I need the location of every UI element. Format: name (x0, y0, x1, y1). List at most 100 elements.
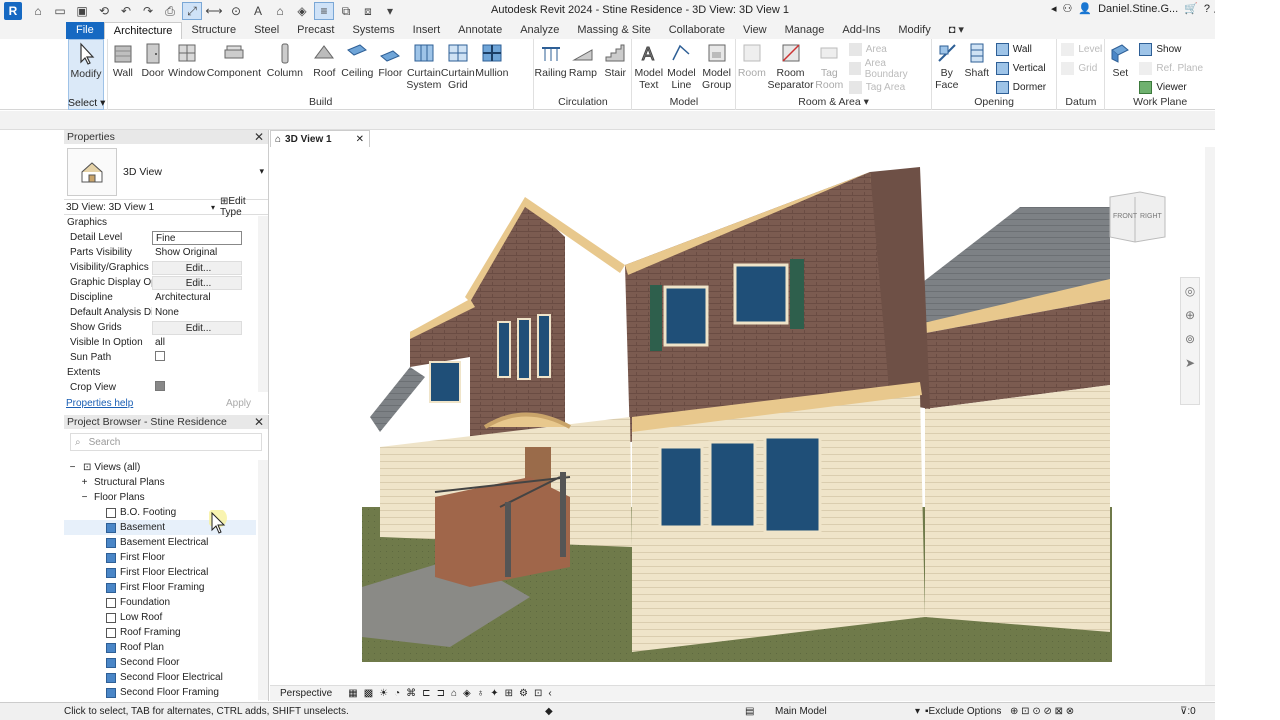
tree-item-first-floor[interactable]: First Floor (64, 550, 256, 565)
temporary-hide-icon[interactable]: ◈ (463, 688, 471, 699)
tab-3d-view-1[interactable]: ⌂ 3D View 1 ✕ (270, 130, 370, 147)
tag-area-button[interactable]: Tag Area (848, 79, 927, 96)
undo-icon[interactable]: ↶ (116, 2, 136, 20)
constraints-icon[interactable]: ⊡ (534, 688, 542, 699)
print-icon[interactable]: ⎙ (160, 2, 180, 20)
tab-add-ins[interactable]: Add-Ins (833, 22, 889, 39)
tree-node-floor-plans[interactable]: − Floor Plans (64, 490, 256, 505)
ref-plane-button[interactable]: Ref. Plane (1139, 60, 1203, 77)
tree-item-foundation[interactable]: Foundation (64, 595, 256, 610)
graphic-display-edit-button[interactable]: Edit... (152, 275, 242, 290)
show-workplane-button[interactable]: Show (1139, 41, 1203, 58)
open-icon[interactable]: ▭ (50, 2, 70, 20)
aligned-dimension-icon[interactable]: ⟷ (204, 2, 224, 20)
tree-item-first-floor-framing[interactable]: First Floor Framing (64, 580, 256, 595)
steering-wheel-icon[interactable]: ◎ (1185, 284, 1195, 298)
qat-dropdown-icon[interactable]: ▾ (380, 2, 400, 20)
3d-view-icon[interactable]: ⌂ (270, 2, 290, 20)
type-dropdown-icon[interactable]: ▾ (259, 166, 264, 177)
tree-node-views[interactable]: − ⊡ Views (all) (64, 460, 256, 475)
design-options-icon[interactable]: ▤ (745, 706, 754, 717)
ribbon-minimize-icon[interactable]: ◘ ▾ (940, 22, 973, 39)
exclude-options[interactable]: ▪Exclude Options (925, 706, 1001, 717)
tab-architecture[interactable]: Architecture (103, 22, 183, 39)
tree-item-second-floor-electrical[interactable]: Second Floor Electrical (64, 670, 256, 685)
analytical-icon[interactable]: ⚙ (519, 688, 528, 699)
sun-icon[interactable]: ☀ (379, 688, 388, 699)
show-grids-edit-button[interactable]: Edit... (152, 320, 242, 335)
tab-insert[interactable]: Insert (404, 22, 450, 39)
crop-view-checkbox[interactable] (155, 380, 165, 391)
3d-view-canvas[interactable]: FRONT RIGHT ◎ ⊕ ⊚ ➤ (270, 147, 1205, 685)
crop-icon[interactable]: ⊏ (422, 688, 430, 699)
measure-icon[interactable]: ⤢ (182, 2, 202, 20)
close-browser-icon[interactable]: ✕ (254, 415, 264, 429)
user-name[interactable]: Daniel.Stine.G... (1098, 3, 1178, 15)
temp-properties-icon[interactable]: ⊞ (505, 688, 513, 699)
save-icon[interactable]: ▣ (72, 2, 92, 20)
wall-opening-button[interactable]: Wall (995, 41, 1046, 58)
area-button[interactable]: Area (848, 41, 927, 58)
shadows-icon[interactable]: ◔ (394, 688, 400, 699)
scroll-left-icon[interactable]: ‹ (548, 688, 551, 699)
tab-annotate[interactable]: Annotate (449, 22, 511, 39)
visual-style-icon[interactable]: ▩ (364, 688, 373, 699)
tree-node-structural-plans[interactable]: + Structural Plans (64, 475, 256, 490)
switch-windows-icon[interactable]: ⧈ (358, 2, 378, 20)
tab-analyze[interactable]: Analyze (511, 22, 568, 39)
browser-scrollbar[interactable] (258, 460, 268, 700)
walk-icon[interactable]: ➤ (1185, 356, 1195, 370)
detail-level-icon[interactable]: ▦ (348, 688, 357, 699)
reveal-icon[interactable]: ♁ (477, 688, 485, 699)
redo-icon[interactable]: ↷ (138, 2, 158, 20)
tab-massing-site[interactable]: Massing & Site (568, 22, 659, 39)
properties-help-link[interactable]: Properties help (66, 398, 133, 409)
close-hidden-icon[interactable]: ⧉ (336, 2, 356, 20)
home-icon[interactable]: ⌂ (28, 2, 48, 20)
sun-path-checkbox[interactable] (155, 350, 165, 361)
tab-collaborate[interactable]: Collaborate (660, 22, 734, 39)
tab-steel[interactable]: Steel (245, 22, 288, 39)
dormer-button[interactable]: Dormer (995, 79, 1046, 96)
tab-precast[interactable]: Precast (288, 22, 343, 39)
user-icon[interactable]: 👤 (1078, 2, 1092, 15)
properties-scrollbar[interactable] (258, 216, 268, 392)
unlock-icon[interactable]: ⌂ (451, 688, 457, 699)
tree-item-low-roof[interactable]: Low Roof (64, 610, 256, 625)
instance-selector[interactable]: 3D View: 3D View 1 ▾ ⊞Edit Type (64, 196, 268, 218)
binoculars-icon[interactable]: ⚇ (1063, 2, 1073, 15)
sync-icon[interactable]: ⟲ (94, 2, 114, 20)
close-view-tab-icon[interactable]: ✕ (356, 134, 364, 145)
tab-systems[interactable]: Systems (343, 22, 403, 39)
select-dropdown[interactable]: Select ▾ (68, 97, 105, 109)
cart-icon[interactable]: 🛒 (1184, 2, 1198, 15)
orbit-icon[interactable]: ⊚ (1185, 332, 1195, 346)
crop-region-icon[interactable]: ⊐ (437, 688, 445, 699)
detail-level-field[interactable]: Fine (152, 230, 242, 245)
text-icon[interactable]: A (248, 2, 268, 20)
browser-search-input[interactable]: ⌕ Search (70, 433, 262, 451)
vertical-opening-button[interactable]: Vertical (995, 60, 1046, 77)
visibility-graphics-edit-button[interactable]: Edit... (152, 260, 242, 275)
edit-type-button[interactable]: ⊞Edit Type (220, 196, 268, 218)
main-model-select[interactable]: Main Model (775, 706, 827, 717)
canvas-scrollbar[interactable] (1205, 147, 1215, 685)
type-selector[interactable]: 3D View ▾ (64, 144, 268, 200)
tab-view[interactable]: View (734, 22, 776, 39)
tag-icon[interactable]: ⊙ (226, 2, 246, 20)
tab-manage[interactable]: Manage (776, 22, 834, 39)
tree-item-second-floor-framing[interactable]: Second Floor Framing (64, 685, 256, 700)
share-icon[interactable]: ◂ (1051, 2, 1057, 15)
worksharing-icon[interactable]: ✦ (490, 688, 498, 699)
instance-dropdown-icon[interactable]: ▾ (211, 203, 215, 212)
tab-modify[interactable]: Modify (889, 22, 939, 39)
workset-icon[interactable]: ◆ (545, 706, 553, 717)
model-dropdown-icon[interactable]: ▾ (915, 706, 920, 717)
collapse-icon[interactable]: − (68, 462, 77, 473)
close-properties-icon[interactable]: ✕ (254, 130, 264, 144)
filter-icon[interactable]: ⊽:0 (1180, 706, 1196, 717)
tree-item-roof-framing[interactable]: Roof Framing (64, 625, 256, 640)
tree-item-second-floor[interactable]: Second Floor (64, 655, 256, 670)
expand-icon[interactable]: + (80, 477, 89, 488)
tab-file[interactable]: File (66, 22, 104, 39)
